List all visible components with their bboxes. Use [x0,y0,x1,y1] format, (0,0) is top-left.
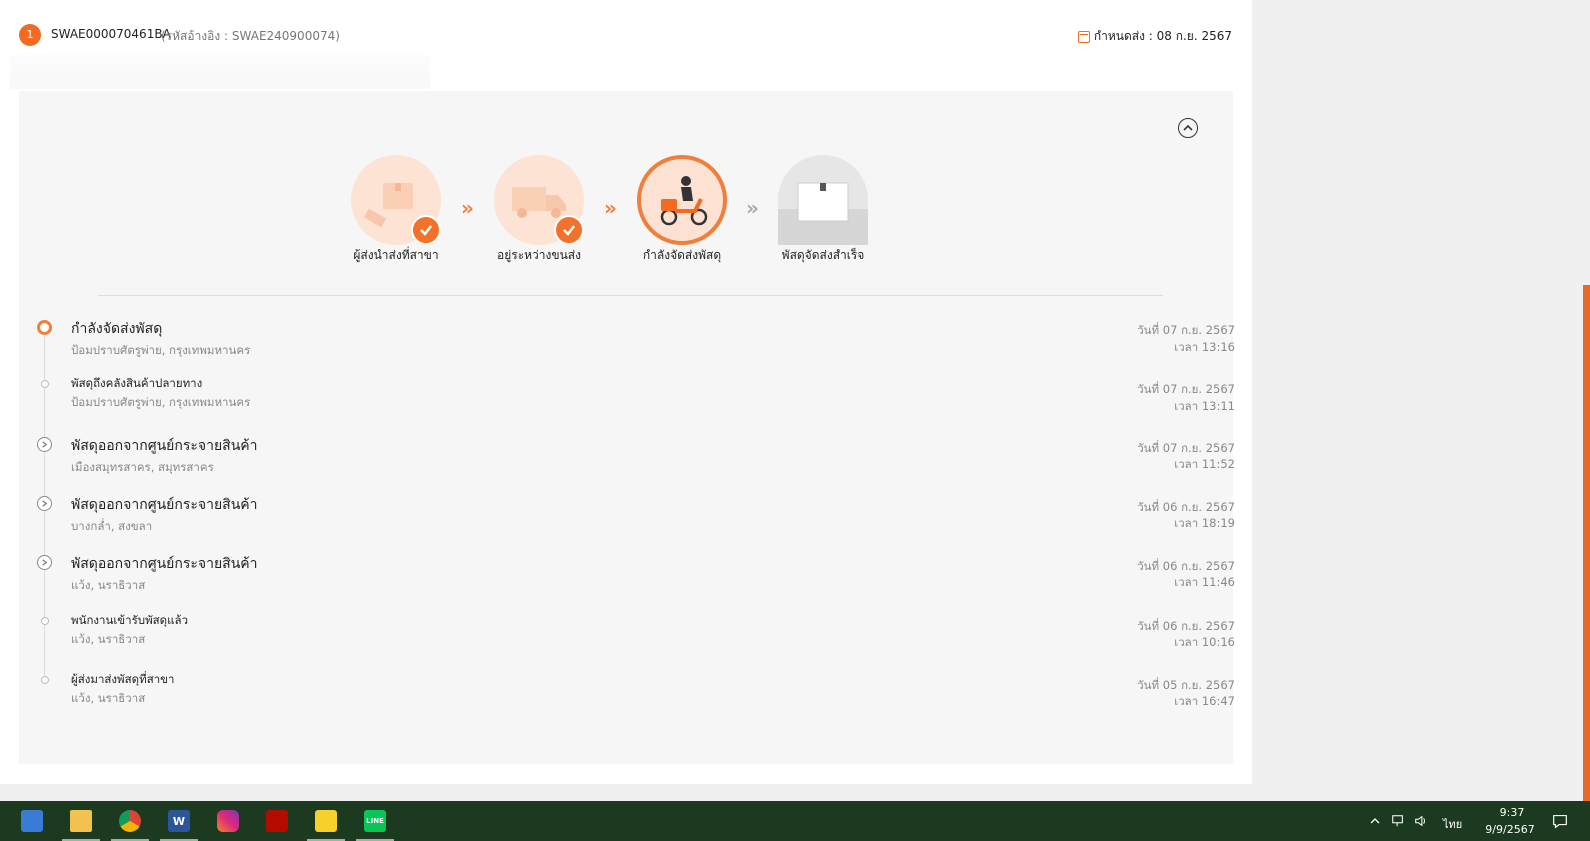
shipment-index-badge: 1 [19,24,41,46]
step-complete-check [411,215,441,245]
step-arrow-icon: » [604,196,617,220]
due-date-text: กำหนดส่ง : 08 ก.ย. 2567 [1093,29,1232,43]
step-sender-dropoff [351,155,441,245]
scrollbar-thumb[interactable] [1583,285,1590,801]
event-title: กำลังจัดส่งพัสดุ [71,321,163,337]
event-time: เวลา 18:19 [1174,516,1235,530]
chrome-button[interactable] [111,801,149,841]
chevron-up-icon [1370,818,1380,824]
event-title: พนักงานเข้ารับพัสดุแล้ว [71,613,189,627]
event-location: แว้ง, นราธิวาส [71,691,146,705]
line-icon: LINE [364,810,386,832]
volume-icon [1415,815,1426,827]
file-explorer-button[interactable] [62,801,100,841]
event-time: เวลา 10:16 [1174,635,1235,649]
event-title: พัสดุออกจากศูนย์กระจายสินค้า [71,497,258,513]
file-explorer-icon [70,810,92,832]
step-label-in-transit: อยู่ระหว่างขนส่ง [497,248,581,262]
chrome-icon [119,810,141,832]
check-icon [420,225,432,236]
action-center-button[interactable] [1550,811,1570,831]
current-status-dot [37,320,52,335]
event-time: เวลา 11:52 [1174,457,1235,471]
event-location: ป้อมปราบศัตรูพ่าย, กรุงเทพมหานคร [71,395,251,409]
step-complete-check [554,215,584,245]
step-in-transit [494,155,584,245]
show-hidden-icons-button[interactable] [1367,813,1383,829]
event-time: เวลา 11:46 [1174,575,1235,589]
courier-scooter-icon [660,176,708,226]
input-language-indicator[interactable]: ไทย [1443,815,1462,833]
notification-icon [1553,815,1567,829]
event-location: แว้ง, นราธิวาส [71,578,146,592]
divider [98,295,1163,296]
expand-event-button[interactable] [37,437,52,452]
step-out-for-delivery [637,155,727,245]
event-title: พัสดุถึงคลังสินค้าปลายทาง [71,376,203,390]
instagram-icon [217,810,239,832]
sticky-notes-icon [315,810,337,832]
chevron-up-icon [1183,124,1193,131]
calendar-icon [1077,30,1090,43]
reference-code: (รหัสอ้างอิง : SWAE240900074) [161,29,340,43]
expand-event-button[interactable] [37,555,52,570]
event-time: เวลา 16:47 [1174,694,1235,708]
event-title: ผู้ส่งมาส่งพัสดุที่สาขา [71,672,175,686]
event-date: วันที่ 07 ก.ย. 2567 [1137,382,1235,396]
word-button[interactable]: W [160,801,198,841]
expand-event-button[interactable] [37,496,52,511]
step-delivered [778,155,868,245]
chevron-right-icon [42,559,48,566]
delivered-box-icon [778,182,868,245]
network-icon [1392,815,1403,827]
event-title: พัสดุออกจากศูนย์กระจายสินค้า [71,438,258,454]
step-arrow-icon: » [746,196,759,220]
step-label-dropoff: ผู้ส่งนำส่งที่สาขา [353,248,439,262]
tracking-detail-panel [19,91,1233,764]
instagram-button[interactable] [209,801,247,841]
collapse-button[interactable] [1178,118,1198,138]
clock-date[interactable]: 9/9/2567 [1480,823,1540,836]
timeline-dot [41,380,49,388]
event-date: วันที่ 07 ก.ย. 2567 [1137,323,1235,337]
event-time: เวลา 13:16 [1174,340,1235,354]
news-widget-button[interactable] [13,801,51,841]
sticky-notes-button[interactable] [307,801,345,841]
word-icon: W [168,810,190,832]
volume-button[interactable] [1413,813,1429,829]
event-location: แว้ง, นราธิวาส [71,632,146,646]
step-label-out-for-delivery: กำลังจัดส่งพัสดุ [642,248,722,262]
timeline-dot [41,676,49,684]
page-background [1252,0,1590,801]
step-label-delivered: พัสดุจัดส่งสำเร็จ [781,248,865,262]
due-date: กำหนดส่ง : 08 ก.ย. 2567 [1077,27,1232,46]
network-button[interactable] [1390,813,1406,829]
news-widget-icon [21,810,43,832]
clock-time[interactable]: 9:37 [1492,806,1532,819]
chevron-right-icon [42,441,48,448]
chevron-right-icon [42,500,48,507]
tracking-number: SWAE000070461BA [51,27,171,41]
acrobat-icon [266,810,288,832]
event-time: เวลา 13:11 [1174,399,1235,413]
acrobat-button[interactable] [258,801,296,841]
check-icon [563,225,575,236]
line-button[interactable]: LINE [356,801,394,841]
step-arrow-icon: » [461,196,474,220]
event-location: ป้อมปราบศัตรูพ่าย, กรุงเทพมหานคร [71,343,251,357]
event-location: เมืองสมุทรสาคร, สมุทรสาคร [71,460,214,474]
event-title: พัสดุออกจากศูนย์กระจายสินค้า [71,556,258,572]
blurred-header-area [10,55,430,89]
event-location: บางกล่ำ, สงขลา [71,519,153,533]
timeline-dot [41,617,49,625]
